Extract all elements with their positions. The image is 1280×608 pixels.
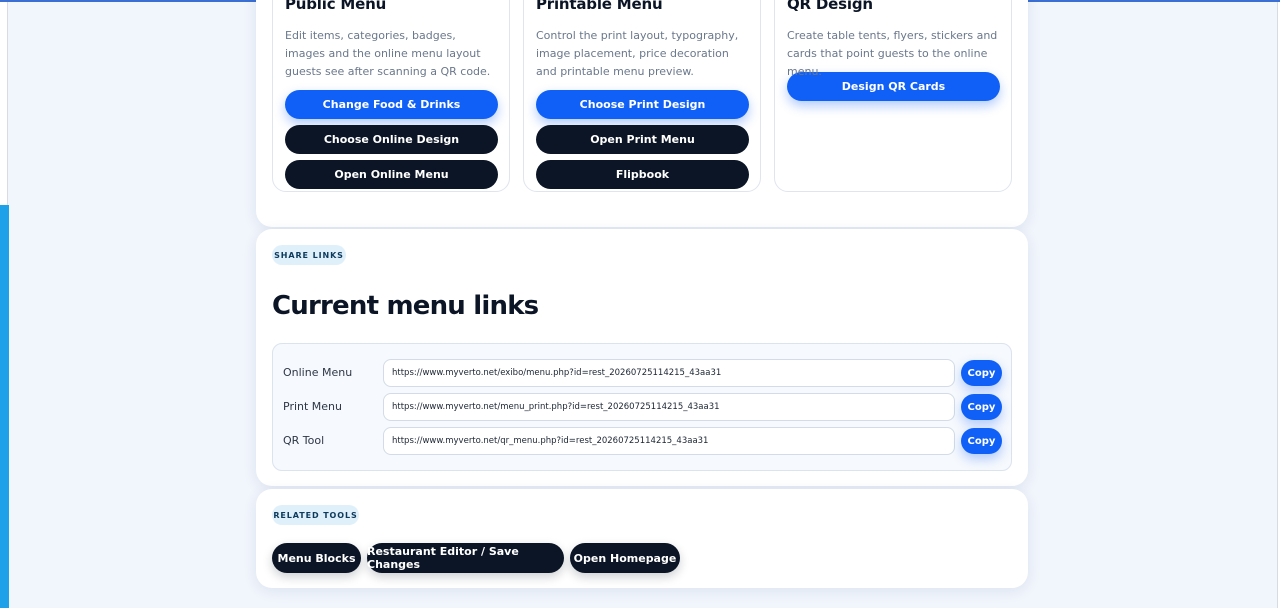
public-menu-description: Edit items, categories, badges, images a…	[285, 29, 491, 78]
copy-qr-tool-button[interactable]: Copy	[961, 428, 1002, 454]
share-links-badge: SHARE LINKS	[272, 245, 346, 265]
change-food-drinks-button[interactable]: Change Food & Drinks	[285, 90, 498, 119]
qr-design-description: Create table tents, flyers, stickers and…	[787, 29, 998, 78]
printable-menu-description: Control the print layout, typography, im…	[536, 29, 739, 78]
printable-menu-title: Printable Menu	[536, 0, 663, 13]
qr-design-title: QR Design	[787, 0, 873, 13]
print-menu-url-field[interactable]: https://www.myverto.net/menu_print.php?i…	[383, 393, 955, 421]
open-print-menu-button[interactable]: Open Print Menu	[536, 125, 749, 154]
menu-blocks-button[interactable]: Menu Blocks	[272, 543, 361, 573]
choose-online-design-button[interactable]: Choose Online Design	[285, 125, 498, 154]
printable-menu-card: Printable Menu Control the print layout,…	[523, 0, 761, 192]
flipbook-button[interactable]: Flipbook	[536, 160, 749, 189]
qr-tool-url-field[interactable]: https://www.myverto.net/qr_menu.php?id=r…	[383, 427, 955, 455]
links-list: Online Menu https://www.myverto.net/exib…	[272, 343, 1012, 471]
open-homepage-button[interactable]: Open Homepage	[570, 543, 680, 573]
restaurant-editor-button[interactable]: Restaurant Editor / Save Changes	[367, 543, 564, 573]
related-tools-badge: RELATED TOOLS	[272, 505, 359, 525]
link-row-online-menu: Online Menu https://www.myverto.net/exib…	[273, 359, 1013, 387]
qr-design-card: QR Design Create table tents, flyers, st…	[774, 0, 1012, 192]
page-title: Current menu links	[272, 291, 539, 321]
public-menu-title: Public Menu	[285, 0, 387, 13]
open-online-menu-button[interactable]: Open Online Menu	[285, 160, 498, 189]
choose-print-design-button[interactable]: Choose Print Design	[536, 90, 749, 119]
public-menu-card: Public Menu Edit items, categories, badg…	[272, 0, 510, 192]
link-label: QR Tool	[283, 434, 325, 447]
left-accent-strip	[0, 205, 9, 608]
copy-online-menu-button[interactable]: Copy	[961, 360, 1002, 386]
link-label: Print Menu	[283, 400, 343, 413]
online-menu-url-field[interactable]: https://www.myverto.net/exibo/menu.php?i…	[383, 359, 955, 387]
related-tools-panel: RELATED TOOLS Menu Blocks Restaurant Edi…	[256, 489, 1028, 588]
link-label: Online Menu	[283, 366, 353, 379]
link-row-qr-tool: QR Tool https://www.myverto.net/qr_menu.…	[273, 427, 1013, 455]
menu-actions-panel: Public Menu Edit items, categories, badg…	[256, 0, 1028, 227]
link-row-print-menu: Print Menu https://www.myverto.net/menu_…	[273, 393, 1013, 421]
copy-print-menu-button[interactable]: Copy	[961, 394, 1002, 420]
share-links-panel: SHARE LINKS Current menu links Online Me…	[256, 229, 1028, 486]
